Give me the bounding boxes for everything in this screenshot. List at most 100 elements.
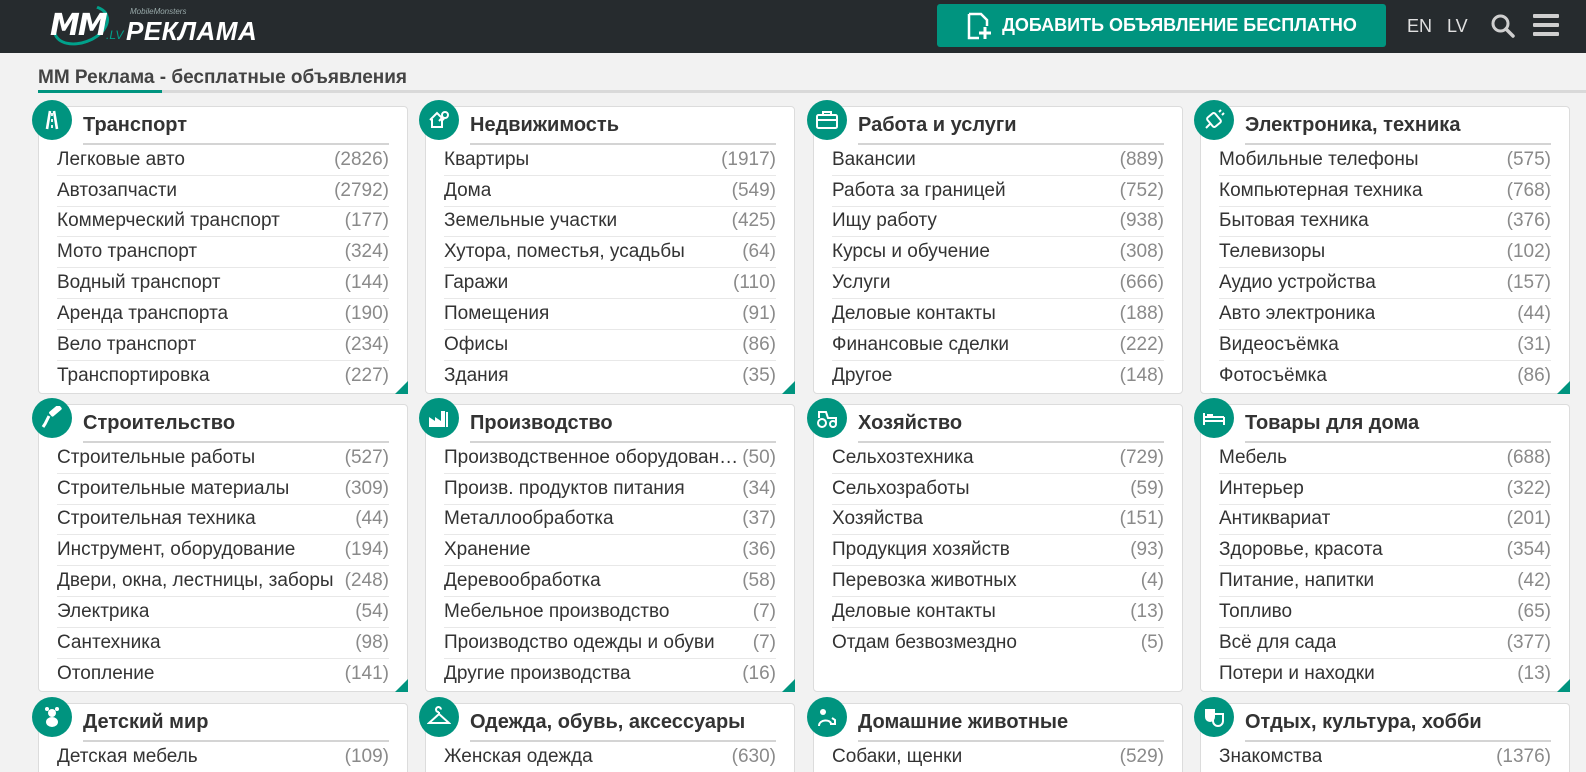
subcategory-item[interactable]: Вакансии (889) bbox=[832, 145, 1164, 176]
subcategory-item[interactable]: Вело транспорт (234) bbox=[57, 330, 389, 361]
subcategory-item[interactable]: Услуги (666) bbox=[832, 268, 1164, 299]
subcategory-item[interactable]: Дома (549) bbox=[444, 176, 776, 207]
category-title[interactable]: Недвижимость bbox=[470, 113, 776, 145]
subcategory-item[interactable]: Топливо (65) bbox=[1219, 597, 1551, 628]
subcategory-item[interactable]: Двери, окна, лестницы, заборы (248) bbox=[57, 566, 389, 597]
subcategory-item[interactable]: Антиквариат (201) bbox=[1219, 505, 1551, 536]
subcategory-item[interactable]: Хранение (36) bbox=[444, 535, 776, 567]
subcategory-item[interactable]: Здоровье, красота (354) bbox=[1219, 535, 1551, 567]
subcategory-item[interactable]: Детская мебель (109) bbox=[57, 742, 389, 772]
subcategory-item[interactable]: Собаки, щенки (529) bbox=[832, 742, 1164, 772]
subcategory-item[interactable]: Электрика (54) bbox=[57, 597, 389, 628]
subcategory-item[interactable]: Сантехника (98) bbox=[57, 628, 389, 659]
subcategory-item[interactable]: Помещения (91) bbox=[444, 299, 776, 330]
subcategory-item[interactable]: Фотосъёмка (86) bbox=[1219, 361, 1551, 392]
add-listing-button[interactable]: ДОБАВИТЬ ОБЪЯВЛЕНИЕ БЕСПЛАТНО bbox=[937, 4, 1386, 47]
subcategory-item[interactable]: Автозапчасти (2792) bbox=[57, 176, 389, 207]
subcategory-item[interactable]: Перевозка животных (4) bbox=[832, 566, 1164, 597]
subcategory-item[interactable]: Хутора, поместья, усадьбы (64) bbox=[444, 237, 776, 269]
subcategory-item[interactable]: Мото транспорт (324) bbox=[57, 237, 389, 269]
category-title[interactable]: Домашние животные bbox=[858, 710, 1164, 742]
subcategory-item[interactable]: Мебельное производство (7) bbox=[444, 597, 776, 628]
subcategory-item[interactable]: Мобильные телефоны (575) bbox=[1219, 145, 1551, 176]
subcategory-item[interactable]: Работа за границей (752) bbox=[832, 176, 1164, 207]
subcategory-item[interactable]: Транспортировка (227) bbox=[57, 361, 389, 392]
category-title[interactable]: Работа и услуги bbox=[858, 113, 1164, 145]
subcategory-item[interactable]: Курсы и обучение (308) bbox=[832, 237, 1164, 269]
category-title[interactable]: Детский мир bbox=[83, 710, 389, 742]
subcategory-label: Фотосъёмка bbox=[1219, 364, 1327, 386]
category-title[interactable]: Транспорт bbox=[83, 113, 389, 145]
subcategory-item[interactable]: Деловые контакты (188) bbox=[832, 299, 1164, 330]
subcategory-item[interactable]: Металлообработка (37) bbox=[444, 505, 776, 536]
subcategory-item[interactable]: Земельные участки (425) bbox=[444, 207, 776, 238]
category-title[interactable]: Отдых, культура, хобби bbox=[1245, 710, 1551, 742]
search-icon[interactable] bbox=[1490, 13, 1516, 39]
subcategory-count: (234) bbox=[344, 333, 389, 355]
subcategory-label: Всё для сада bbox=[1219, 631, 1337, 653]
subcategory-item[interactable]: Деловые контакты (13) bbox=[832, 597, 1164, 628]
category-title[interactable]: Товары для дома bbox=[1245, 411, 1551, 443]
subcategory-item[interactable]: Водный транспорт (144) bbox=[57, 268, 389, 299]
category-title[interactable]: Строительство bbox=[83, 411, 389, 443]
corner-marker bbox=[1557, 381, 1570, 394]
site-logo[interactable]: MM .LV MobileMonsters РЕКЛАМА bbox=[47, 0, 280, 53]
category-title[interactable]: Хозяйство bbox=[858, 411, 1164, 443]
subcategory-item[interactable]: Знакомства (1376) bbox=[1219, 742, 1551, 772]
logo-brand: MobileMonsters bbox=[130, 7, 187, 16]
subcategory-item[interactable]: Продукция хозяйств (93) bbox=[832, 535, 1164, 567]
subcategory-item[interactable]: Видеосъёмка (31) bbox=[1219, 330, 1551, 361]
subcategory-item[interactable]: Строительная техника (44) bbox=[57, 505, 389, 536]
subcategory-item[interactable]: Коммерческий транспорт (177) bbox=[57, 207, 389, 238]
subcategory-item[interactable]: Авто электроника (44) bbox=[1219, 299, 1551, 330]
subcategory-item[interactable]: Интерьер (322) bbox=[1219, 474, 1551, 505]
subcategory-item[interactable]: Отдам безвозмездно (5) bbox=[832, 628, 1164, 659]
subcategory-count: (194) bbox=[344, 539, 389, 561]
category-title[interactable]: Электроника, техника bbox=[1245, 113, 1551, 145]
language-lv-link[interactable]: LV bbox=[1447, 16, 1468, 37]
subcategory-item[interactable]: Здания (35) bbox=[444, 361, 776, 392]
subcategory-label: Сельхозработы bbox=[832, 477, 970, 499]
subcategory-item[interactable]: Инструмент, оборудование (194) bbox=[57, 535, 389, 567]
subcategory-item[interactable]: Женская одежда (630) bbox=[444, 742, 776, 772]
subcategory-item[interactable]: Ищу работу (938) bbox=[832, 207, 1164, 238]
subcategory-item[interactable]: Компьютерная техника (768) bbox=[1219, 176, 1551, 207]
category-title[interactable]: Одежда, обувь, аксессуары bbox=[470, 710, 776, 742]
subcategory-label: Сантехника bbox=[57, 631, 161, 653]
subcategory-item[interactable]: Сельхозработы (59) bbox=[832, 474, 1164, 505]
subcategory-item[interactable]: Потери и находки (13) bbox=[1219, 659, 1551, 690]
subcategory-item[interactable]: Строительные материалы (309) bbox=[57, 474, 389, 505]
subcategory-item[interactable]: Аудио устройства (157) bbox=[1219, 268, 1551, 299]
subcategory-item[interactable]: Квартиры (1917) bbox=[444, 145, 776, 176]
subcategory-item[interactable]: Сельхозтехника (729) bbox=[832, 443, 1164, 474]
subcategory-item[interactable]: Хозяйства (151) bbox=[832, 505, 1164, 536]
subcategory-item[interactable]: Всё для сада (377) bbox=[1219, 628, 1551, 659]
subcategory-item[interactable]: Отопление (141) bbox=[57, 659, 389, 690]
subcategory-label: Антиквариат bbox=[1219, 508, 1331, 530]
subcategory-item[interactable]: Производственное оборудование (50) bbox=[444, 443, 776, 474]
subcategory-item[interactable]: Финансовые сделки (222) bbox=[832, 330, 1164, 361]
subcategory-item[interactable]: Аренда транспорта (190) bbox=[57, 299, 389, 330]
subcategory-count: (527) bbox=[344, 446, 389, 468]
subcategory-item[interactable]: Гаражи (110) bbox=[444, 268, 776, 299]
subcategory-count: (1376) bbox=[1496, 746, 1551, 768]
subcategory-item[interactable]: Другое (148) bbox=[832, 361, 1164, 392]
subcategory-item[interactable]: Произв. продуктов питания (34) bbox=[444, 474, 776, 505]
subcategory-item[interactable]: Питание, напитки (42) bbox=[1219, 566, 1551, 597]
subcategory-item[interactable]: Легковые авто (2826) bbox=[57, 145, 389, 176]
subcategory-item[interactable]: Другие производства (16) bbox=[444, 659, 776, 690]
subcategory-item[interactable]: Телевизоры (102) bbox=[1219, 237, 1551, 269]
subcategory-count: (64) bbox=[742, 241, 776, 263]
subcategory-item[interactable]: Строительные работы (527) bbox=[57, 443, 389, 474]
house-key-icon bbox=[419, 100, 459, 140]
subcategory-item[interactable]: Мебель (688) bbox=[1219, 443, 1551, 474]
subcategory-count: (666) bbox=[1119, 272, 1164, 294]
category-title[interactable]: Производство bbox=[470, 411, 776, 443]
language-en-link[interactable]: EN bbox=[1407, 16, 1432, 37]
subcategory-item[interactable]: Офисы (86) bbox=[444, 330, 776, 361]
subcategory-item[interactable]: Деревообработка (58) bbox=[444, 566, 776, 597]
hamburger-menu-icon[interactable] bbox=[1532, 12, 1560, 38]
subcategory-item[interactable]: Бытовая техника (376) bbox=[1219, 207, 1551, 238]
subcategory-count: (201) bbox=[1506, 508, 1551, 530]
subcategory-item[interactable]: Производство одежды и обуви (7) bbox=[444, 628, 776, 659]
